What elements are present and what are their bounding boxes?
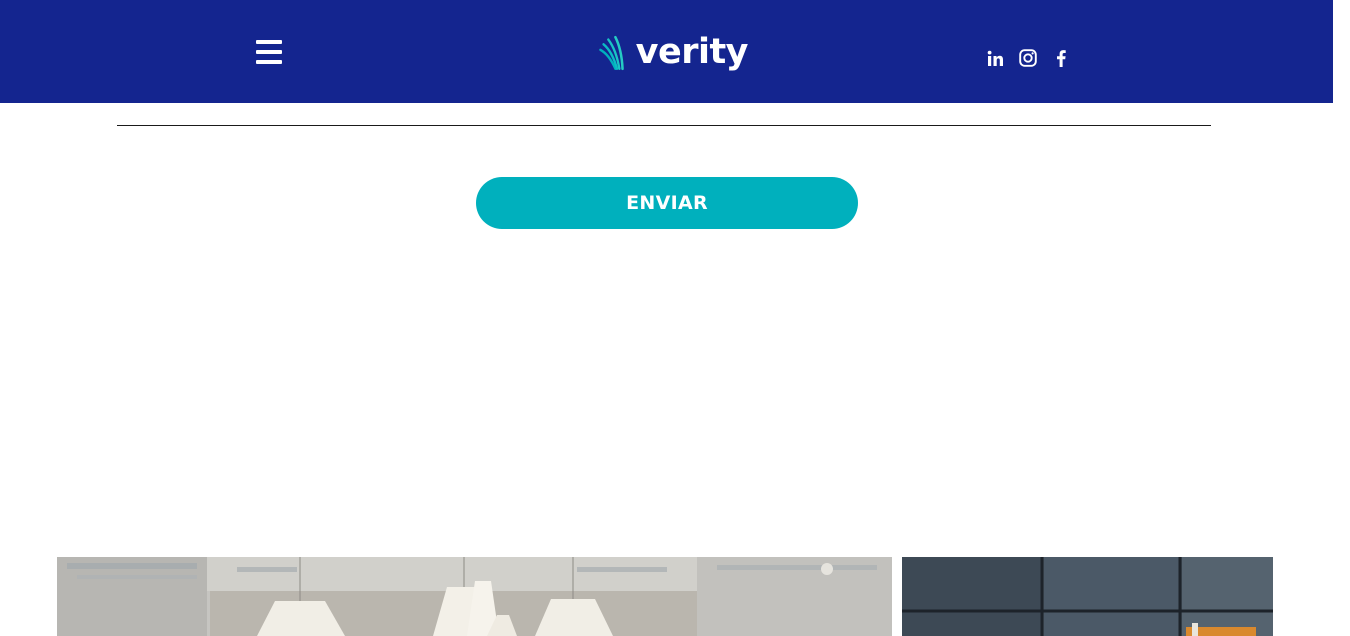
hamburger-menu-icon[interactable] (256, 40, 282, 64)
linkedin-icon[interactable] (985, 48, 1005, 68)
social-links (985, 46, 1071, 70)
submit-button[interactable]: ENVIAR (476, 177, 858, 229)
instagram-icon[interactable] (1018, 48, 1038, 68)
facebook-icon[interactable] (1051, 48, 1071, 68)
verity-logo[interactable]: verity (598, 30, 749, 76)
office-interior-photo (57, 557, 892, 636)
verity-logo-mark-icon (599, 35, 624, 71)
site-header: verity (0, 0, 1333, 103)
brand-name: verity (635, 31, 749, 72)
form-field-underline (117, 125, 1211, 126)
building-facade-photo (902, 557, 1273, 636)
page: verity ENVIAR (0, 0, 1333, 636)
